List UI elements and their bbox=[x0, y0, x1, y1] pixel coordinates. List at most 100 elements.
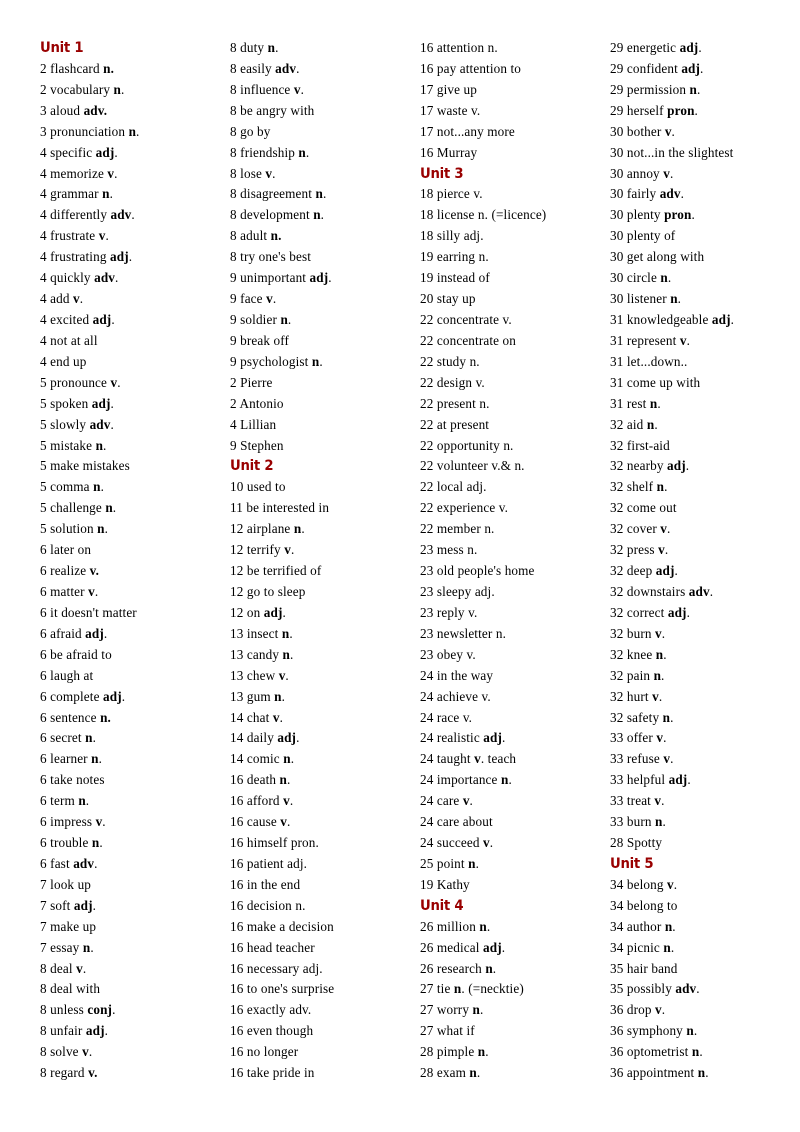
entry-tail: . bbox=[94, 855, 98, 871]
entry-part-of-speech: v bbox=[655, 1002, 662, 1018]
entry-tail: . bbox=[301, 521, 305, 537]
entry-part-of-speech: adj bbox=[711, 311, 731, 327]
vocabulary-entry: 17 not...any more bbox=[420, 122, 604, 143]
entry-part-of-speech: v bbox=[663, 165, 670, 181]
entry-tail: . bbox=[691, 207, 695, 223]
vocabulary-entry: 6 realize v. bbox=[40, 561, 224, 582]
entry-part-of-speech: pron. bbox=[290, 835, 319, 851]
entry-part-of-speech: adv bbox=[110, 207, 132, 223]
entry-page-number: 27 bbox=[420, 1023, 434, 1039]
vocabulary-entry: 9 face v. bbox=[230, 289, 414, 310]
entry-word: soldier bbox=[240, 311, 277, 327]
entry-part-of-speech: n. bbox=[503, 437, 514, 453]
entry-word: experience bbox=[436, 500, 496, 516]
entry-part-of-speech: adj. bbox=[474, 583, 495, 599]
entry-part-of-speech: n. bbox=[100, 709, 111, 725]
vocabulary-entry: 22 experience v. bbox=[420, 498, 604, 519]
entry-word: frustrating bbox=[50, 249, 107, 265]
entry-word: face bbox=[240, 291, 263, 307]
entry-page-number: 32 bbox=[610, 521, 624, 537]
entry-page-number: 30 bbox=[610, 144, 624, 160]
vocabulary-entry: 5 challenge n. bbox=[40, 498, 224, 519]
entry-word: symphony bbox=[626, 1023, 683, 1039]
entry-part-of-speech: adv bbox=[675, 981, 697, 997]
vocabulary-entry: 30 fairly adv. bbox=[610, 184, 794, 205]
entry-word: concentrate bbox=[436, 311, 500, 327]
entry-page-number: 13 bbox=[230, 688, 244, 704]
entry-part-of-speech: v bbox=[660, 521, 668, 537]
vocabulary-entry: 5 mistake n. bbox=[40, 436, 224, 457]
entry-word: present bbox=[436, 395, 476, 411]
entry-word: death bbox=[246, 772, 277, 788]
entry-part-of-speech: n bbox=[660, 270, 668, 286]
vocabulary-entry: 16 make a decision bbox=[230, 917, 414, 938]
entry-word: first-aid bbox=[626, 437, 670, 453]
vocabulary-column-2: 8 duty n. 8 easily adv. 8 influence v. 8 be… bbox=[230, 38, 420, 1084]
entry-word: mess bbox=[436, 542, 464, 558]
entry-tail: . bbox=[112, 500, 117, 516]
entry-word: comma bbox=[50, 479, 90, 495]
entry-tail: . bbox=[669, 165, 674, 181]
vocabulary-entry: 7 soft adj. bbox=[40, 896, 224, 917]
entry-word: adult bbox=[240, 228, 268, 244]
entry-page-number: 22 bbox=[420, 311, 434, 327]
entry-page-number: 9 bbox=[230, 353, 237, 369]
entry-tail: . bbox=[664, 479, 668, 495]
entry-tail: . bbox=[667, 270, 672, 286]
entry-part-of-speech: n bbox=[102, 186, 110, 202]
entry-page-number: 19 bbox=[420, 249, 434, 265]
entry-page-number: 12 bbox=[230, 521, 244, 537]
entry-word: himself bbox=[246, 835, 288, 851]
entry-word: earring bbox=[436, 249, 476, 265]
entry-word: not...any more bbox=[436, 123, 515, 139]
entry-page-number: 6 bbox=[40, 667, 47, 683]
entry-tail: . bbox=[698, 40, 702, 55]
entry-word: complete bbox=[50, 688, 100, 704]
entry-tail: . bbox=[115, 270, 119, 286]
entry-part-of-speech: v bbox=[474, 751, 481, 767]
entry-tail: . bbox=[699, 1044, 703, 1060]
vocabulary-entry: 30 get along with bbox=[610, 247, 794, 268]
entry-word: daily bbox=[246, 730, 274, 746]
entry-word: burn bbox=[626, 814, 652, 830]
entry-page-number: 6 bbox=[40, 772, 47, 788]
entry-word: disagreement bbox=[240, 186, 313, 202]
entry-tail: . bbox=[709, 583, 714, 599]
entry-word: solve bbox=[50, 1044, 79, 1060]
entry-page-number: 30 bbox=[610, 291, 624, 307]
entry-page-number: 33 bbox=[610, 793, 624, 809]
entry-word: impress bbox=[50, 814, 93, 830]
vocabulary-entry: 16 himself pron. bbox=[230, 833, 414, 854]
entry-page-number: 16 bbox=[230, 1044, 244, 1060]
vocabulary-entry: 29 herself pron. bbox=[610, 101, 794, 122]
entry-page-number: 4 bbox=[40, 291, 47, 307]
vocabulary-entry: 30 listener n. bbox=[610, 289, 794, 310]
entry-word: vocabulary bbox=[50, 81, 111, 97]
entry-page-number: 6 bbox=[40, 751, 47, 767]
entry-word: add bbox=[50, 291, 70, 307]
entry-tail: . bbox=[128, 249, 133, 265]
vocabulary-entry: 8 solve v. bbox=[40, 1042, 224, 1063]
entry-tail: . bbox=[485, 1044, 489, 1060]
entry-tail: . bbox=[492, 960, 497, 976]
entry-part-of-speech: n. bbox=[469, 353, 480, 369]
entry-tail: . bbox=[700, 60, 704, 76]
entry-part-of-speech: adj bbox=[483, 730, 502, 746]
entry-word: in the end bbox=[246, 876, 301, 892]
entry-word: license bbox=[436, 207, 475, 223]
entry-page-number: 29 bbox=[610, 81, 624, 97]
entry-page-number: 32 bbox=[610, 500, 624, 516]
entry-page-number: 2 bbox=[230, 395, 237, 411]
entry-page-number: 22 bbox=[420, 395, 434, 411]
entry-tail: . bbox=[109, 186, 114, 202]
vocabulary-entry: 14 chat v. bbox=[230, 708, 414, 729]
vocabulary-entry: 24 care about bbox=[420, 812, 604, 833]
entry-tail: . bbox=[272, 165, 276, 181]
entry-page-number: 4 bbox=[230, 416, 237, 432]
entry-part-of-speech: n. bbox=[478, 249, 489, 265]
vocabulary-entry: 32 aid n. bbox=[610, 415, 794, 436]
entry-word: deal bbox=[50, 960, 73, 976]
entry-tail: . bbox=[654, 416, 658, 432]
entry-part-of-speech: adj bbox=[277, 730, 297, 746]
entry-tail: . bbox=[287, 311, 292, 327]
